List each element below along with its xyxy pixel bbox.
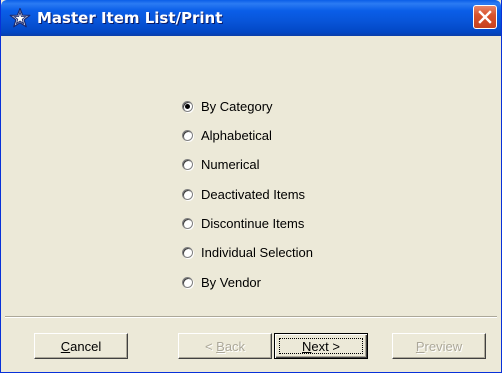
dialog-window: Master Item List/Print By Category Alpha… [0,0,502,373]
option-by-category[interactable]: By Category [182,95,273,117]
option-label: Discontinue Items [201,215,305,231]
radio-button[interactable] [182,246,193,258]
option-individual-selection[interactable]: Individual Selection [182,241,313,263]
radio-button[interactable] [182,188,193,200]
back-button[interactable]: < Back [178,333,272,359]
radio-button[interactable] [182,217,193,229]
title-bar[interactable]: Master Item List/Print [1,0,501,36]
back-label: ack [224,338,246,354]
option-by-vendor[interactable]: By Vendor [182,271,261,293]
radio-button[interactable] [182,276,193,288]
option-label: Individual Selection [201,244,314,260]
close-icon [478,10,492,24]
option-label: Numerical [201,156,260,172]
option-label: Alphabetical [201,127,272,143]
preview-mnemonic: P [415,338,425,354]
dialog-content: By Category Alphabetical Numerical Deact… [5,36,497,314]
option-label: Deactivated Items [201,186,306,202]
star-icon [9,7,31,29]
option-deactivated-items[interactable]: Deactivated Items [182,183,305,205]
cancel-label: ancel [70,338,102,354]
option-label: By Vendor [201,274,261,290]
button-bar-divider [5,316,497,318]
close-button[interactable] [473,5,497,29]
back-prefix: < [204,338,217,354]
option-alphabetical[interactable]: Alphabetical [182,124,272,146]
next-label: ext > [311,338,340,354]
radio-button[interactable] [182,158,193,170]
cancel-button[interactable]: Cancel [34,333,128,359]
option-numerical[interactable]: Numerical [182,153,260,175]
next-button[interactable]: Next > [274,333,368,359]
cancel-mnemonic: C [60,338,71,354]
next-mnemonic: N [302,338,312,354]
radio-button[interactable] [182,129,193,141]
back-mnemonic: B [216,338,225,354]
preview-label: review [424,338,463,354]
option-discontinue-items[interactable]: Discontinue Items [182,212,304,234]
window-title: Master Item List/Print [37,9,223,27]
radio-button[interactable] [182,100,193,112]
preview-button[interactable]: Preview [392,333,486,359]
option-label: By Category [201,98,273,114]
